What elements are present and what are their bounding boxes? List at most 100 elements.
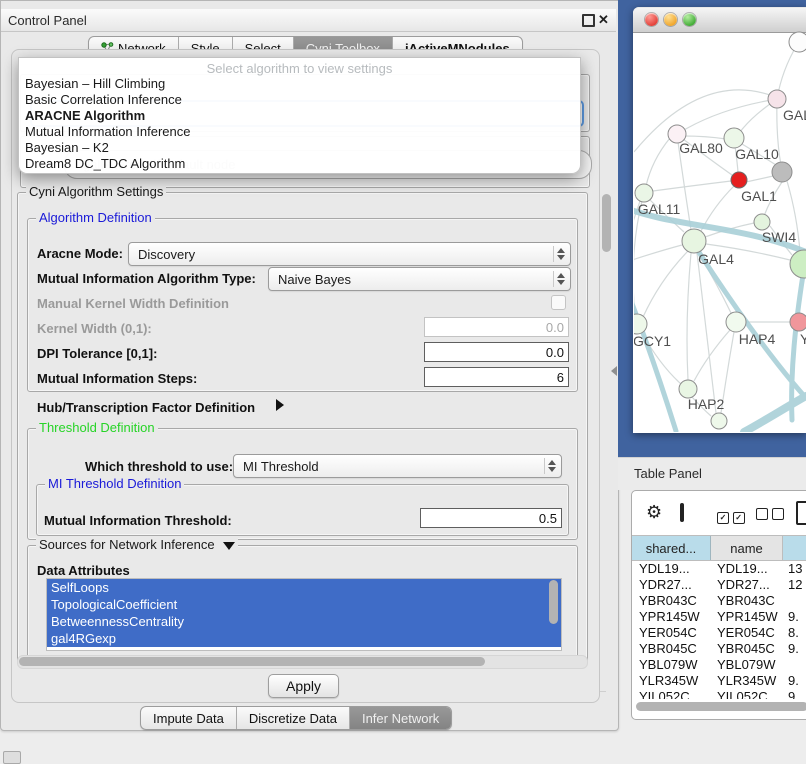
algorithm-dropdown-popup: Select algorithm to view settings Bayesi… — [18, 57, 581, 174]
float-window-icon[interactable] — [582, 14, 595, 27]
node-gcy1[interactable] — [634, 314, 647, 334]
sources-title[interactable]: Sources for Network Inference — [39, 537, 215, 552]
cell[interactable]: YBR045C — [632, 641, 710, 657]
cell[interactable]: 9 — [781, 689, 806, 699]
cell[interactable]: YBR043C — [710, 593, 781, 609]
cell[interactable]: 9. — [781, 609, 806, 625]
list-item[interactable]: TopologicalCoefficient — [47, 596, 561, 613]
node[interactable] — [790, 250, 806, 278]
dropdown-item[interactable]: Dream8 DC_TDC Algorithm — [19, 156, 580, 172]
node-salmon[interactable] — [790, 313, 806, 331]
select-all-checks-icon[interactable]: ✓ ✓ — [717, 508, 745, 524]
network-canvas[interactable]: GAL GAL80 GAL10 GAL1 GAL11 SWI4 GAL4 GCY… — [634, 31, 806, 432]
cell[interactable]: 13 — [781, 561, 806, 577]
table-row[interactable]: YBL079WYBL079W — [632, 657, 806, 673]
list-item[interactable]: SelfLoops — [47, 579, 561, 596]
cell[interactable]: YDL19... — [632, 561, 710, 577]
hscroll-thumb[interactable] — [19, 657, 485, 666]
unselect-all-checks-icon[interactable] — [756, 508, 784, 523]
column-header[interactable]: name — [711, 536, 783, 560]
gear-icon[interactable]: ⚙ — [646, 502, 662, 523]
cell[interactable]: YDR27... — [710, 577, 781, 593]
cell[interactable]: YLR345W — [710, 673, 781, 689]
cell[interactable] — [781, 593, 806, 609]
cell[interactable]: YPR145W — [710, 609, 781, 625]
cell[interactable]: YLR345W — [632, 673, 710, 689]
cell[interactable] — [781, 657, 806, 673]
node-swi4[interactable] — [754, 214, 770, 230]
which-threshold-combo[interactable]: MI Threshold — [233, 454, 562, 478]
table-row[interactable]: YDL19...YDL19...13 — [632, 561, 806, 577]
column-header[interactable]: shared... — [632, 536, 711, 560]
close-icon[interactable]: ✕ — [598, 12, 609, 28]
apply-button[interactable]: Apply — [268, 674, 339, 698]
partial-icon[interactable] — [3, 751, 21, 764]
table-row[interactable]: YER054CYER054C8. — [632, 625, 806, 641]
table-row[interactable]: YLR345WYLR345W9. — [632, 673, 806, 689]
tab-infer-network[interactable]: Infer Network — [349, 707, 451, 729]
stepper-arrows-icon — [553, 271, 568, 287]
table-hscroll-thumb[interactable] — [636, 702, 806, 711]
node-gal11[interactable] — [635, 184, 653, 202]
cell[interactable]: YPR145W — [632, 609, 710, 625]
cell[interactable]: YBR045C — [710, 641, 781, 657]
column-header[interactable] — [783, 536, 806, 560]
cell[interactable]: YBL079W — [632, 657, 710, 673]
cell[interactable]: 8. — [781, 625, 806, 641]
node[interactable] — [768, 90, 786, 108]
cell[interactable]: YER054C — [710, 625, 781, 641]
hub-definition-label[interactable]: Hub/Transcription Factor Definition — [37, 400, 255, 415]
mi-steps-field[interactable] — [424, 367, 569, 387]
dropdown-item[interactable]: Basic Correlation Inference — [19, 92, 580, 108]
panel-title: Control Panel — [8, 13, 87, 28]
table-row[interactable]: YPR145WYPR145W9. — [632, 609, 806, 625]
aracne-mode-combo[interactable]: Discovery — [128, 242, 571, 266]
kernel-width-label: Kernel Width (0,1): — [37, 321, 152, 336]
tab-discretize-data[interactable]: Discretize Data — [236, 707, 349, 729]
network-window-titlebar[interactable] — [633, 7, 806, 33]
collapsed-arrow-icon[interactable] — [276, 399, 284, 411]
table-row[interactable]: YBR043CYBR043C — [632, 593, 806, 609]
dropdown-item[interactable]: Bayesian – Hill Climbing — [19, 76, 580, 92]
table-row[interactable]: YBR045CYBR045C9. — [632, 641, 806, 657]
cell[interactable]: YBR043C — [632, 593, 710, 609]
dropdown-item[interactable]: Bayesian – K2 — [19, 140, 580, 156]
dropdown-item[interactable]: Mutual Information Inference — [19, 124, 580, 140]
cell[interactable]: YDL19... — [710, 561, 781, 577]
dropdown-item-selected[interactable]: ARACNE Algorithm — [19, 108, 580, 124]
mi-type-combo[interactable]: Naive Bayes — [268, 267, 571, 291]
settings-scrollbar[interactable] — [602, 194, 611, 252]
list-scrollbar[interactable] — [549, 580, 558, 624]
table-row[interactable]: YIL052CYIL052C9 — [632, 689, 806, 699]
list-item[interactable]: BetweennessCentrality — [47, 613, 561, 630]
expanded-arrow-icon[interactable] — [223, 542, 235, 550]
node-gray[interactable] — [772, 162, 792, 182]
tab-impute-data[interactable]: Impute Data — [141, 707, 236, 729]
node-hap4[interactable] — [726, 312, 746, 332]
cell[interactable]: 9. — [781, 673, 806, 689]
split-columns-icon[interactable] — [680, 503, 684, 522]
minimize-button[interactable] — [664, 13, 677, 26]
list-item[interactable]: gal4RGexp — [47, 630, 561, 647]
cell[interactable]: YIL052C — [710, 689, 781, 699]
node[interactable] — [711, 413, 727, 429]
cell[interactable]: 9. — [781, 641, 806, 657]
combo-value: Naive Bayes — [278, 272, 548, 287]
node-gal10[interactable] — [724, 128, 744, 148]
node-gal1-selected[interactable] — [731, 172, 747, 188]
close-button[interactable] — [645, 13, 658, 26]
node[interactable] — [789, 32, 806, 52]
cell[interactable]: YDR27... — [632, 577, 710, 593]
splitter-collapse-arrow[interactable] — [611, 366, 617, 376]
table-row[interactable]: YDR27...YDR27...12 — [632, 577, 806, 593]
cell[interactable]: YER054C — [632, 625, 710, 641]
cell[interactable]: 12 — [781, 577, 806, 593]
node-gal4[interactable] — [682, 229, 706, 253]
node-label: GCY1 — [634, 333, 671, 349]
cell[interactable]: YBL079W — [710, 657, 781, 673]
cell[interactable]: YIL052C — [632, 689, 710, 699]
mi-threshold-field[interactable] — [420, 508, 562, 528]
zoom-button[interactable] — [683, 13, 696, 26]
dpi-tolerance-field[interactable] — [424, 342, 569, 362]
new-table-icon[interactable] — [796, 501, 806, 525]
